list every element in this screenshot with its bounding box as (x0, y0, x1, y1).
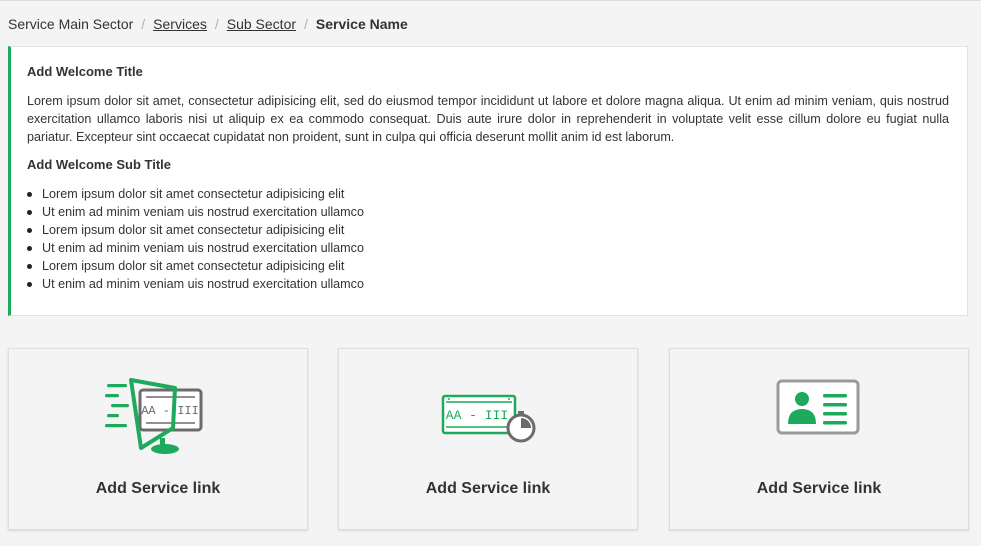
breadcrumb-separator: / (214, 16, 219, 32)
top-divider (0, 0, 981, 1)
service-card-2[interactable]: AA - III Add Service link (338, 348, 638, 530)
welcome-panel: Add Welcome Title Lorem ipsum dolor sit … (8, 46, 968, 316)
welcome-bullet-list: Lorem ipsum dolor sit amet consectetur a… (27, 185, 949, 293)
plate-text: AA - III (141, 404, 199, 418)
service-link-label: Add Service link (95, 480, 221, 497)
service-link-label: Add Service link (756, 480, 882, 497)
list-item: Lorem ipsum dolor sit amet consectetur a… (27, 221, 949, 239)
list-item: Ut enim ad minim veniam uis nostrud exer… (27, 275, 949, 293)
service-link-label: Add Service link (425, 480, 551, 497)
list-item: Ut enim ad minim veniam uis nostrud exer… (27, 203, 949, 221)
breadcrumb-sub-sector-link[interactable]: Sub Sector (227, 16, 296, 32)
breadcrumb-services-link[interactable]: Services (153, 16, 207, 32)
welcome-paragraph: Lorem ipsum dolor sit amet, consectetur … (27, 94, 949, 144)
service-card-3[interactable]: Add Service link (669, 348, 969, 530)
breadcrumb-separator: / (304, 16, 308, 32)
breadcrumb-main-sector: Service Main Sector (8, 16, 134, 32)
plate-text: AA - III (446, 408, 508, 423)
vehicle-plate-scan-icon: AA - III (105, 378, 203, 454)
vehicle-plate-timer-icon: AA - III (441, 394, 536, 443)
list-item: Lorem ipsum dolor sit amet consectetur a… (27, 257, 949, 275)
id-card-icon (776, 379, 860, 435)
welcome-subtitle: Add Welcome Sub Title (27, 157, 171, 172)
breadcrumb-separator: / (141, 16, 146, 32)
breadcrumb-current: Service Name (315, 16, 408, 32)
service-card-1[interactable]: AA - III Add Service link (8, 348, 308, 530)
breadcrumb: Service Main Sector / Services / Sub Sector /… (8, 15, 408, 33)
list-item: Ut enim ad minim veniam uis nostrud exer… (27, 239, 949, 257)
welcome-title: Add Welcome Title (27, 64, 143, 79)
list-item: Lorem ipsum dolor sit amet consectetur a… (27, 185, 949, 203)
